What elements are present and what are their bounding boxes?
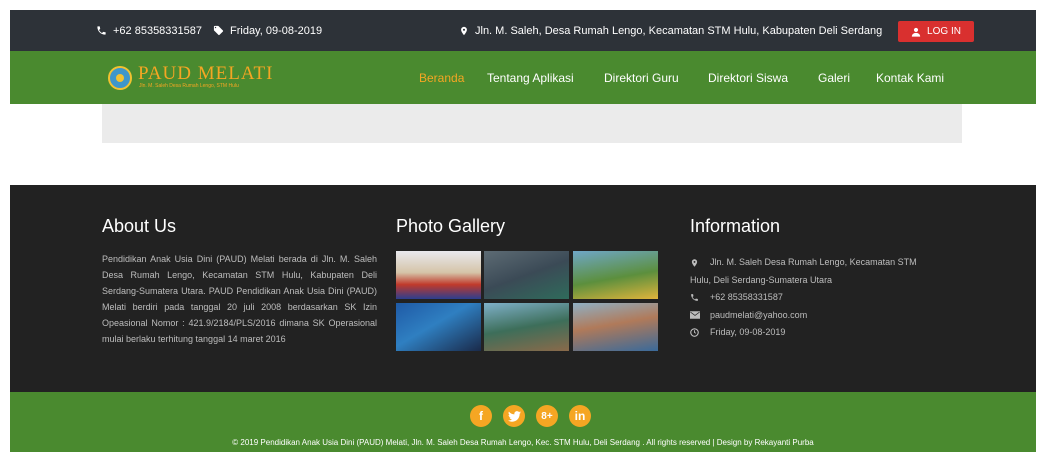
google-plus-icon[interactable]: 8+ (536, 405, 558, 427)
copyright-text: © 2019 Pendidikan Anak Usia Dini (PAUD) … (232, 438, 814, 447)
gallery-photo-5[interactable] (484, 303, 569, 351)
logo-title: PAUD MELATI (138, 63, 274, 84)
phone-icon (691, 294, 698, 301)
nav-item-direktori-siswa[interactable]: Direktori Siswa (708, 51, 788, 104)
nav-item-beranda[interactable]: Beranda (419, 51, 464, 104)
info-address-line2: Hulu, Deli Serdang-Sumatera Utara (690, 275, 833, 285)
info-address-line1: Jln. M. Saleh Desa Rumah Lengo, Kecamata… (710, 257, 917, 267)
content-placeholder (102, 104, 962, 143)
facebook-icon[interactable]: f (470, 405, 492, 427)
twitter-icon[interactable] (503, 405, 525, 427)
topbar-date: Friday, 09-08-2019 (213, 10, 322, 51)
envelope-icon (690, 311, 700, 319)
topbar-date-text: Friday, 09-08-2019 (230, 24, 323, 37)
gallery-photo-1[interactable] (396, 251, 481, 299)
gallery-title: Photo Gallery (396, 216, 506, 236)
gallery-photo-4[interactable] (396, 303, 481, 351)
login-button[interactable]: LOG IN (898, 21, 974, 42)
info-phone-text: +62 85358331587 (710, 292, 783, 302)
login-button-label: LOG IN (927, 26, 961, 37)
twitter-bird-icon (507, 410, 521, 422)
phone-icon (97, 26, 106, 35)
nav-item-tentang-aplikasi[interactable]: Tentang Aplikasi (487, 51, 574, 104)
clock-icon (690, 328, 699, 337)
gallery-photo-2[interactable] (484, 251, 569, 299)
tag-icon (213, 25, 224, 36)
logo-emblem-icon (108, 66, 132, 90)
about-text: Pendidikan Anak Usia Dini (PAUD) Melati … (102, 254, 377, 344)
about-title: About Us (102, 216, 177, 236)
top-bar: +62 85358331587 Friday, 09-08-2019 Jln. … (10, 10, 1036, 51)
logo-subtitle: Jln. M. Saleh Desa Rumah Lengo, STM Hulu (139, 83, 239, 89)
site-logo[interactable]: PAUD MELATI Jln. M. Saleh Desa Rumah Len… (108, 63, 308, 91)
nav-item-direktori-guru[interactable]: Direktori Guru (604, 51, 679, 104)
information-title: Information (690, 216, 781, 236)
footer: About Us Pendidikan Anak Usia Dini (PAUD… (10, 185, 1036, 392)
gallery-photo-6[interactable] (573, 303, 658, 351)
map-marker-icon (461, 26, 467, 35)
linkedin-icon[interactable]: in (569, 405, 591, 427)
topbar-address: Jln. M. Saleh, Desa Rumah Lengo, Kecamat… (459, 10, 882, 51)
main-navbar: PAUD MELATI Jln. M. Saleh Desa Rumah Len… (10, 51, 1036, 104)
info-email-text[interactable]: paudmelati@yahoo.com (710, 310, 807, 320)
user-icon (911, 27, 921, 37)
footer-bottom: f 8+ in © 2019 Pendidikan Anak Usia Dini… (10, 392, 1036, 452)
gallery-photo-3[interactable] (573, 251, 658, 299)
info-date-text: Friday, 09-08-2019 (710, 327, 786, 337)
photo-gallery (396, 251, 659, 352)
map-marker-icon (691, 259, 698, 267)
topbar-address-text: Jln. M. Saleh, Desa Rumah Lengo, Kecamat… (475, 24, 883, 37)
topbar-phone: +62 85358331587 (96, 10, 202, 51)
topbar-phone-text: +62 85358331587 (113, 24, 203, 37)
nav-item-galeri[interactable]: Galeri (818, 51, 850, 104)
nav-item-kontak-kami[interactable]: Kontak Kami (876, 51, 944, 104)
